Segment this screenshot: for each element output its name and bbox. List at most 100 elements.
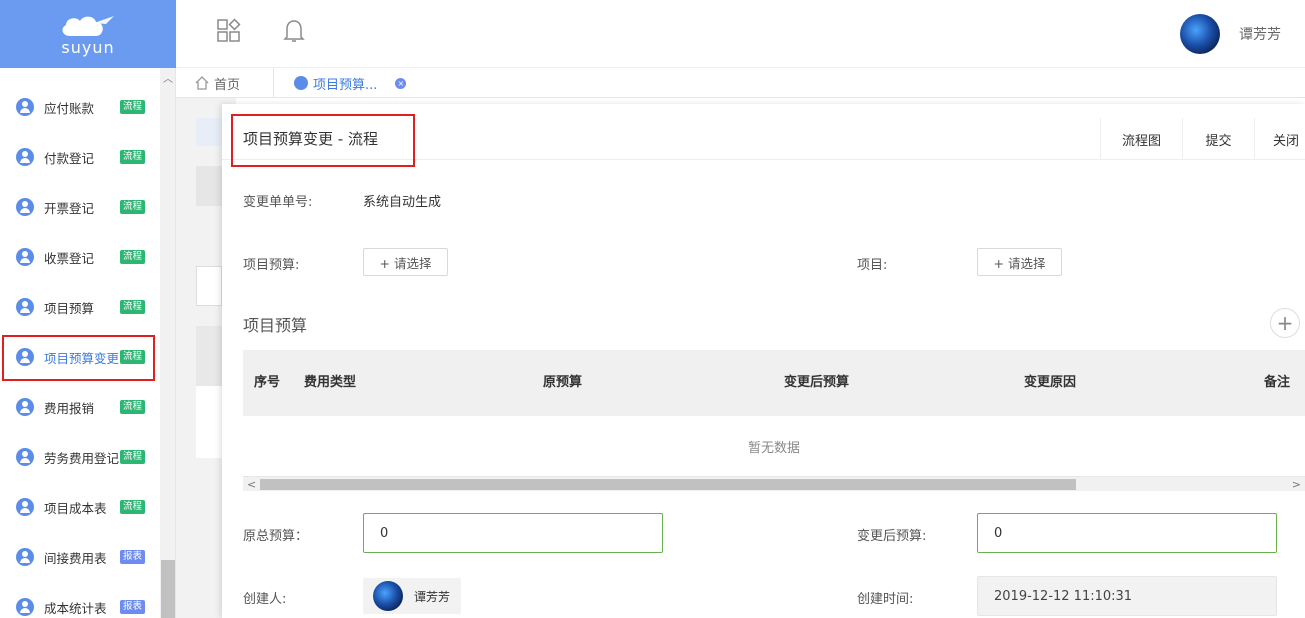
- project-budget-select-button[interactable]: + 请选择: [363, 248, 448, 276]
- sidebar-item-badge: 报表: [120, 600, 146, 614]
- change-no-label: 变更单单号:: [243, 195, 313, 210]
- col-header-seq: 序号: [254, 375, 281, 390]
- new-total-label: 变更后预算:: [857, 529, 927, 544]
- sidebar-item-0[interactable]: 应付账款 流程: [0, 82, 160, 132]
- original-total-label: 原总预算：: [243, 529, 309, 544]
- user-icon: [16, 98, 34, 116]
- flowchart-button[interactable]: 流程图: [1100, 118, 1182, 160]
- table-empty-text: 暂无数据: [747, 440, 800, 456]
- scroll-right-icon[interactable]: >: [1292, 477, 1301, 492]
- col-header-expense-type: 费用类型: [304, 375, 357, 390]
- user-icon: [16, 298, 34, 316]
- top-header: 谭芳芳: [176, 0, 1305, 68]
- sidebar-item-badge: 流程: [120, 300, 146, 314]
- user-icon: [16, 498, 34, 516]
- bg-input: [196, 266, 222, 306]
- bg-tab-strip: [196, 118, 222, 146]
- bell-icon[interactable]: [282, 18, 306, 48]
- sidebar-item-badge: 流程: [120, 450, 146, 464]
- sidebar-item-label: 开票登记: [44, 200, 95, 216]
- user-icon: [16, 198, 34, 216]
- change-no-value: 系统自动生成: [363, 195, 442, 210]
- sidebar-item-badge: 流程: [120, 500, 146, 514]
- sidebar-scroll-thumb[interactable]: [161, 560, 175, 618]
- col-header-new-budget: 变更后预算: [784, 375, 850, 390]
- add-row-button[interactable]: +: [1270, 308, 1300, 338]
- sidebar-item-9[interactable]: 间接费用表 报表: [0, 532, 160, 582]
- process-dialog: 项目预算变更 - 流程 流程图 提交 关闭 变更单单号: 系统自动生成 项目预算…: [222, 104, 1305, 618]
- submit-button[interactable]: 提交: [1182, 118, 1254, 160]
- sidebar-item-badge: 流程: [120, 400, 146, 414]
- bg-search-strip: [196, 166, 222, 206]
- sidebar-item-badge: 报表: [120, 550, 146, 564]
- tab-divider: [273, 68, 274, 98]
- sidebar-item-7[interactable]: 劳务费用登记 流程: [0, 432, 160, 482]
- sidebar-scrollbar[interactable]: ︿: [160, 68, 175, 618]
- cloud-plane-icon: [62, 15, 114, 36]
- user-icon: [16, 448, 34, 466]
- creator-name: 谭芳芳: [414, 589, 451, 604]
- sidebar-item-label: 劳务费用登记: [44, 450, 120, 466]
- sidebar-item-label: 收票登记: [44, 250, 95, 266]
- highlight-box-title: [231, 114, 415, 167]
- user-icon: [16, 248, 34, 266]
- app-logo[interactable]: suyun: [0, 0, 176, 68]
- user-icon: [16, 598, 34, 616]
- sidebar: 应付账款 流程 付款登记 流程 开票登记 流程 收票登记 流程 项目预算 流程 项目预算变更 流程 费用…: [0, 68, 176, 618]
- creator-avatar: [373, 581, 403, 611]
- bg-table-body: [196, 386, 222, 458]
- sidebar-item-3[interactable]: 收票登记 流程: [0, 232, 160, 282]
- scroll-left-icon[interactable]: <: [247, 477, 256, 492]
- creator-label: 创建人:: [243, 592, 287, 607]
- col-header-remark: 备注: [1264, 375, 1291, 390]
- sidebar-item-label: 应付账款: [44, 100, 95, 116]
- col-header-change-reason: 变更原因: [1024, 375, 1077, 390]
- col-header-original-budget: 原预算: [543, 375, 583, 390]
- created-time-field: 2019-12-12 11:10:31: [977, 576, 1277, 616]
- user-icon: [16, 548, 34, 566]
- sidebar-item-badge: 流程: [120, 250, 146, 264]
- sidebar-item-label: 成本统计表: [44, 600, 107, 616]
- tab-close-icon[interactable]: ×: [395, 77, 407, 89]
- sidebar-item-badge: 流程: [120, 150, 146, 164]
- sidebar-item-label: 付款登记: [44, 150, 95, 166]
- tab-home-label: 首页: [214, 77, 241, 93]
- sidebar-item-10[interactable]: 成本统计表 报表: [0, 582, 160, 618]
- new-total-input[interactable]: 0: [977, 513, 1277, 553]
- sidebar-item-6[interactable]: 费用报销 流程: [0, 382, 160, 432]
- sidebar-item-label: 间接费用表: [44, 550, 107, 566]
- sidebar-item-label: 项目成本表: [44, 500, 107, 516]
- tab-home[interactable]: 首页: [194, 68, 240, 98]
- logo-wordmark: suyun: [61, 37, 115, 57]
- sidebar-item-2[interactable]: 开票登记 流程: [0, 182, 160, 232]
- project-label: 项目:: [857, 258, 888, 273]
- highlight-box-sidebar: [2, 335, 155, 381]
- user-icon: [16, 148, 34, 166]
- user-icon: [294, 76, 308, 90]
- original-total-input[interactable]: 0: [363, 513, 663, 553]
- table-horizontal-scrollbar[interactable]: < >: [243, 476, 1305, 491]
- project-budget-label: 项目预算:: [243, 258, 300, 273]
- sidebar-item-badge: 流程: [120, 200, 146, 214]
- table-scroll-thumb[interactable]: [260, 479, 1076, 490]
- user-avatar[interactable]: [1180, 14, 1220, 54]
- budget-section-title: 项目预算: [243, 316, 308, 335]
- project-select-button[interactable]: + 请选择: [977, 248, 1062, 276]
- sidebar-item-badge: 流程: [120, 100, 146, 114]
- created-time-label: 创建时间:: [857, 592, 914, 607]
- bg-table-head: [196, 326, 222, 386]
- user-icon: [16, 398, 34, 416]
- tab-project-budget-label: 项目预算...: [313, 77, 378, 93]
- apps-grid-icon[interactable]: [216, 18, 242, 48]
- sidebar-item-1[interactable]: 付款登记 流程: [0, 132, 160, 182]
- sidebar-item-8[interactable]: 项目成本表 流程: [0, 482, 160, 532]
- scroll-up-icon[interactable]: ︿: [163, 70, 173, 85]
- sidebar-item-4[interactable]: 项目预算 流程: [0, 282, 160, 332]
- plus-icon: +: [1276, 311, 1294, 335]
- sidebar-item-label: 费用报销: [44, 400, 95, 416]
- tab-bar: 首页 项目预算... ×: [176, 68, 1305, 98]
- home-icon: [195, 76, 209, 90]
- tab-project-budget[interactable]: 项目预算... ×: [294, 68, 407, 98]
- user-name[interactable]: 谭芳芳: [1239, 24, 1281, 44]
- close-button[interactable]: 关闭: [1254, 118, 1305, 160]
